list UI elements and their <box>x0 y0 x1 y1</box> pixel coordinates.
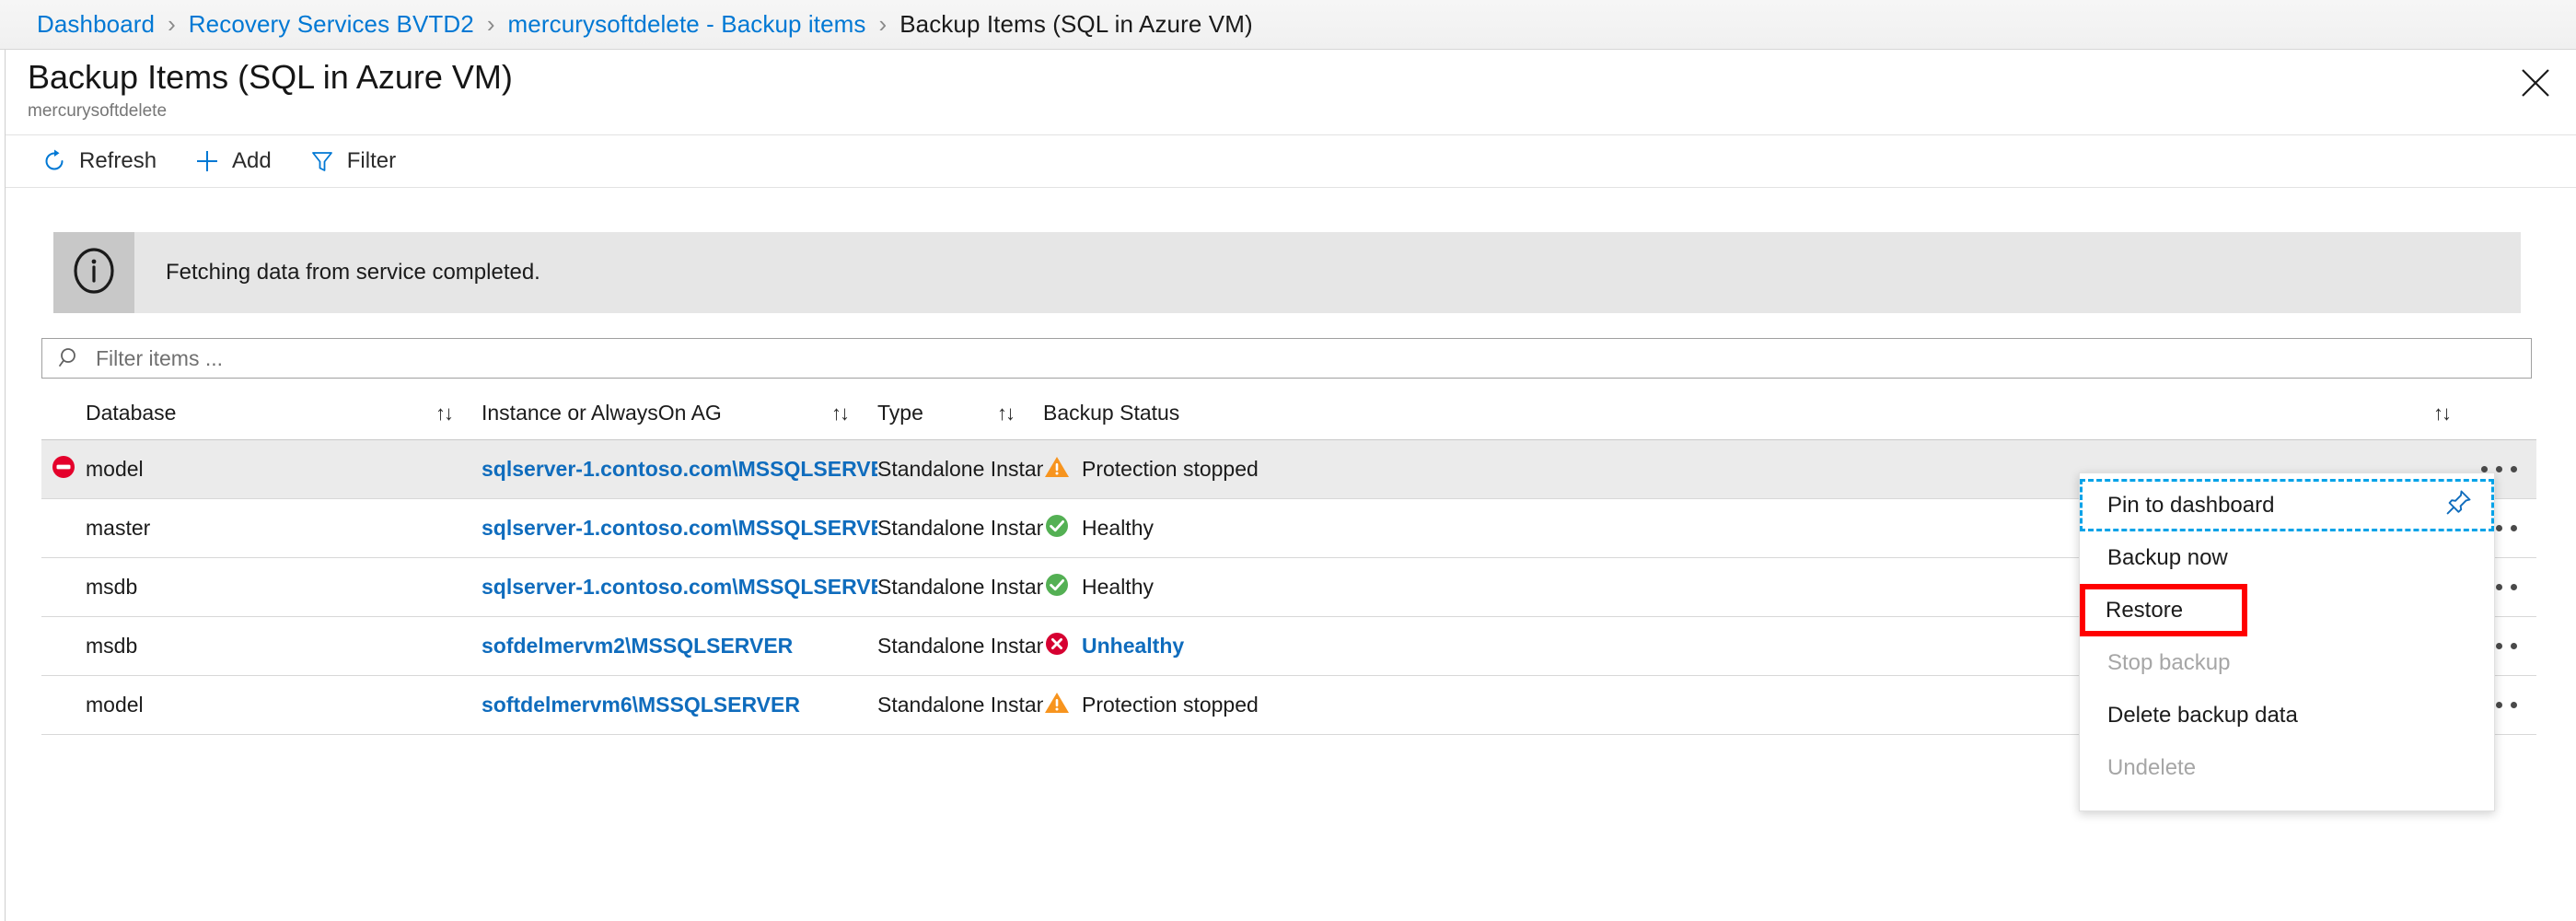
status-icon-wrap <box>1043 633 1071 660</box>
blade-header: Backup Items (SQL in Azure VM) mercuryso… <box>28 57 2421 122</box>
context-menu-item[interactable]: Backup now <box>2080 531 2494 584</box>
command-bar: Refresh Add Filter <box>6 134 2576 188</box>
cell-database: model <box>86 457 482 482</box>
close-icon <box>2520 67 2551 99</box>
column-header-instance-label: Instance or AlwaysOn AG <box>482 401 722 426</box>
sort-icon: ↑↓ <box>435 402 452 426</box>
page-title: Backup Items (SQL in Azure VM) <box>28 57 2421 98</box>
filter-button[interactable]: Filter <box>296 141 409 181</box>
breadcrumb-item-dashboard[interactable]: Dashboard <box>37 10 155 39</box>
status-badge: Protection stopped <box>1082 457 1259 482</box>
context-menu-item: Undelete <box>2080 741 2494 794</box>
context-menu-item-label: Undelete <box>2107 755 2196 781</box>
filter-items-field[interactable] <box>41 338 2532 379</box>
cell-database: master <box>86 516 482 541</box>
sort-icon: ↑↓ <box>997 402 1014 426</box>
refresh-icon <box>41 147 68 175</box>
cell-type: Standalone Instance <box>877 457 1043 482</box>
context-menu-item[interactable]: Pin to dashboard <box>2080 479 2494 531</box>
context-menu-item[interactable]: Delete backup data <box>2080 689 2494 741</box>
add-label: Add <box>232 148 272 174</box>
healthy-icon <box>1044 513 1070 543</box>
status-badge: Protection stopped <box>1082 693 1259 717</box>
pin-icon <box>2444 487 2474 523</box>
banner-message: Fetching data from service completed. <box>166 260 540 286</box>
cell-instance-link[interactable]: sqlserver-1.contoso.com\MSSQLSERVER <box>482 575 877 600</box>
status-badge: Healthy <box>1082 516 1154 541</box>
info-icon <box>68 245 120 301</box>
status-banner: Fetching data from service completed. <box>53 232 2521 313</box>
column-header-database[interactable]: Database ↑↓ <box>86 401 482 426</box>
warning-icon <box>1044 454 1070 484</box>
cell-database: msdb <box>86 634 482 659</box>
status-icon-wrap <box>1043 574 1071 601</box>
status-icon-wrap <box>1043 692 1071 719</box>
close-blade-button[interactable] <box>2512 59 2559 107</box>
cell-type: Standalone Instance <box>877 693 1043 717</box>
cell-type: Standalone Instance <box>877 516 1043 541</box>
azure-portal-blade: Dashboard › Recovery Services BVTD2 › me… <box>0 0 2576 921</box>
row-menu-cell <box>2479 466 2536 472</box>
warning-icon <box>1044 690 1070 720</box>
cell-instance-link[interactable]: softdelmervm6\MSSQLSERVER <box>482 693 877 717</box>
cell-instance-link[interactable]: sqlserver-1.contoso.com\MSSQLSERVER <box>482 457 877 482</box>
column-header-instance[interactable]: Instance or AlwaysOn AG ↑↓ <box>482 401 877 426</box>
context-menu-item-label: Restore <box>2106 598 2183 624</box>
add-button[interactable]: Add <box>180 141 284 181</box>
soft-deleted-icon <box>50 453 77 485</box>
sort-icon: ↑↓ <box>2433 402 2450 426</box>
error-icon <box>1044 631 1070 661</box>
column-header-backup-status-label: Backup Status <box>1043 401 1179 426</box>
context-menu-item-label: Delete backup data <box>2107 703 2298 729</box>
cell-type: Standalone Instance <box>877 575 1043 600</box>
table-header-row: Database ↑↓ Instance or AlwaysOn AG ↑↓ T… <box>41 387 2536 440</box>
status-badge: Healthy <box>1082 575 1154 600</box>
funnel-icon <box>308 147 336 175</box>
sort-icon: ↑↓ <box>831 402 848 426</box>
status-badge[interactable]: Unhealthy <box>1082 634 1184 659</box>
context-menu-item-icon <box>2444 487 2474 523</box>
row-context-menu: Pin to dashboard Backup now Restore Stop b… <box>2079 472 2495 811</box>
column-header-type-label: Type <box>877 401 923 426</box>
refresh-button[interactable]: Refresh <box>28 141 169 181</box>
page-subtitle: mercurysoftdelete <box>28 100 2421 122</box>
breadcrumb: Dashboard › Recovery Services BVTD2 › me… <box>0 0 2576 50</box>
plus-icon <box>193 147 221 175</box>
breadcrumb-separator-icon: › <box>168 10 176 39</box>
breadcrumb-item-backup-items[interactable]: mercurysoftdelete - Backup items <box>508 10 866 39</box>
cell-database: msdb <box>86 575 482 600</box>
context-menu-item-label: Backup now <box>2107 545 2228 571</box>
cell-instance-link[interactable]: sqlserver-1.contoso.com\MSSQLSERVER <box>482 516 877 541</box>
search-input[interactable] <box>96 346 2531 371</box>
cell-instance-link[interactable]: sofdelmervm2\MSSQLSERVER <box>482 634 877 659</box>
status-icon-wrap <box>1043 456 1071 484</box>
cell-type: Standalone Instance <box>877 634 1043 659</box>
search-icon <box>52 346 88 370</box>
breadcrumb-separator-icon: › <box>487 10 495 39</box>
breadcrumb-item-current: Backup Items (SQL in Azure VM) <box>899 10 1253 39</box>
context-menu-item[interactable]: Restore <box>2080 584 2247 636</box>
column-header-backup-status[interactable]: Backup Status ↑↓ <box>1043 401 2479 426</box>
row-flag-cell <box>41 453 86 485</box>
status-icon-wrap <box>1043 515 1071 542</box>
more-options-icon[interactable] <box>2479 466 2517 472</box>
filter-label: Filter <box>347 148 396 174</box>
context-menu-item-label: Stop backup <box>2107 650 2230 676</box>
column-header-database-label: Database <box>86 401 176 426</box>
breadcrumb-separator-icon: › <box>879 10 888 39</box>
cell-database: model <box>86 693 482 717</box>
context-menu-item-label: Pin to dashboard <box>2107 493 2274 519</box>
breadcrumb-item-recovery-services[interactable]: Recovery Services BVTD2 <box>189 10 474 39</box>
column-header-type[interactable]: Type ↑↓ <box>877 401 1043 426</box>
healthy-icon <box>1044 572 1070 602</box>
refresh-label: Refresh <box>79 148 157 174</box>
banner-icon-container <box>53 232 134 313</box>
context-menu-item: Stop backup <box>2080 636 2494 689</box>
